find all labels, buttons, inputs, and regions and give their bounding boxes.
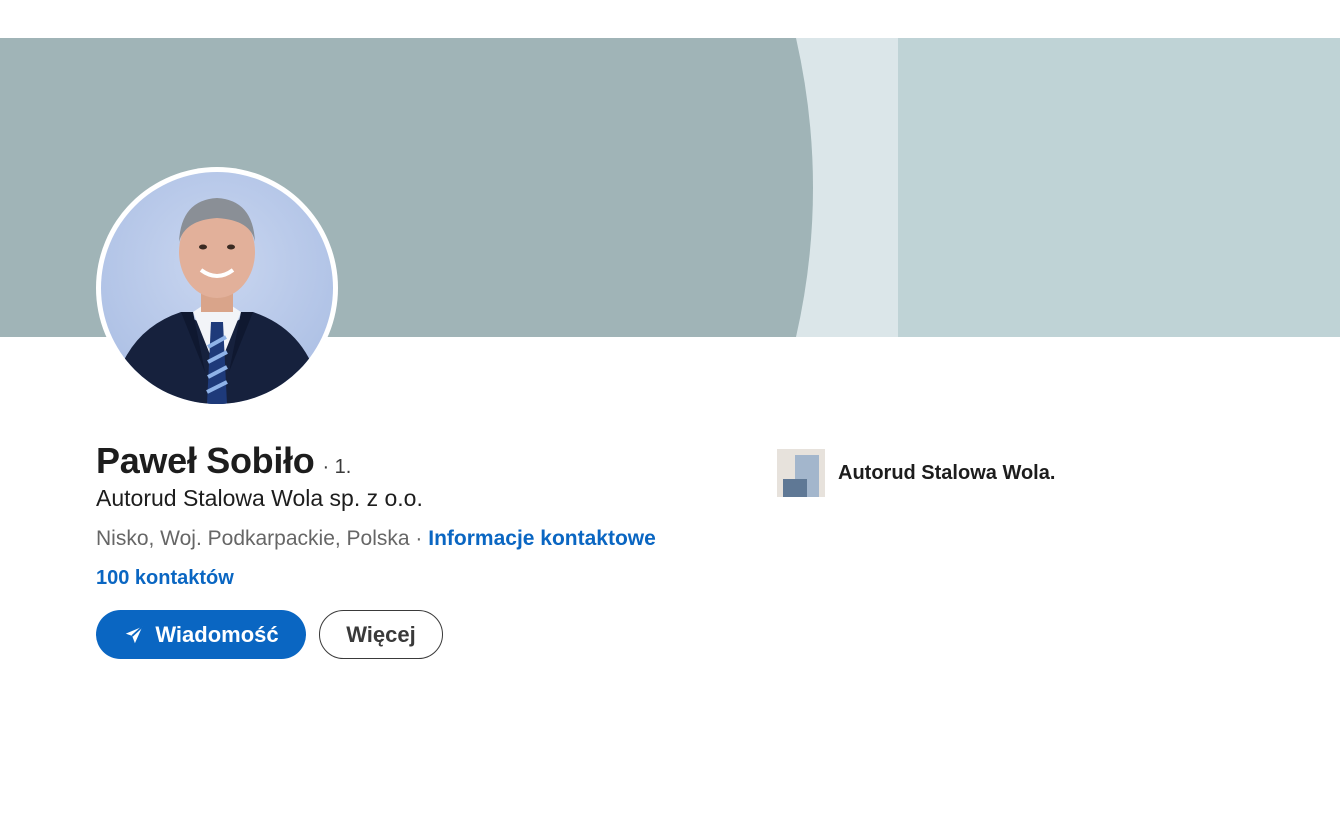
message-button-label: Wiadomość — [155, 621, 279, 647]
connections-link[interactable]: 100 kontaktów — [96, 567, 234, 590]
profile-avatar[interactable] — [96, 167, 338, 409]
more-button[interactable]: Więcej — [319, 610, 443, 659]
separator-dot: · — [415, 527, 423, 550]
connection-degree: · 1. — [322, 456, 352, 478]
profile-page: Paweł Sobiło · 1. Autorud Stalowa Wola s… — [0, 0, 1340, 838]
contact-info-link[interactable]: Informacje kontaktowe — [428, 527, 656, 550]
send-icon — [123, 624, 145, 646]
company-name: Autorud Stalowa Wola. — [838, 461, 1056, 484]
company-logo-icon — [777, 449, 825, 497]
name-row: Paweł Sobiło · 1. — [96, 440, 351, 482]
message-button[interactable]: Wiadomość — [96, 610, 306, 659]
current-company[interactable]: Autorud Stalowa Wola. — [777, 449, 1055, 497]
profile-location: Nisko, Woj. Podkarpackie, Polska — [96, 527, 410, 550]
location-row: Nisko, Woj. Podkarpackie, Polska · Infor… — [96, 527, 656, 551]
profile-name: Paweł Sobiło — [96, 440, 315, 481]
profile-headline: Autorud Stalowa Wola sp. z o.o. — [96, 485, 423, 511]
avatar-photo — [101, 172, 333, 404]
